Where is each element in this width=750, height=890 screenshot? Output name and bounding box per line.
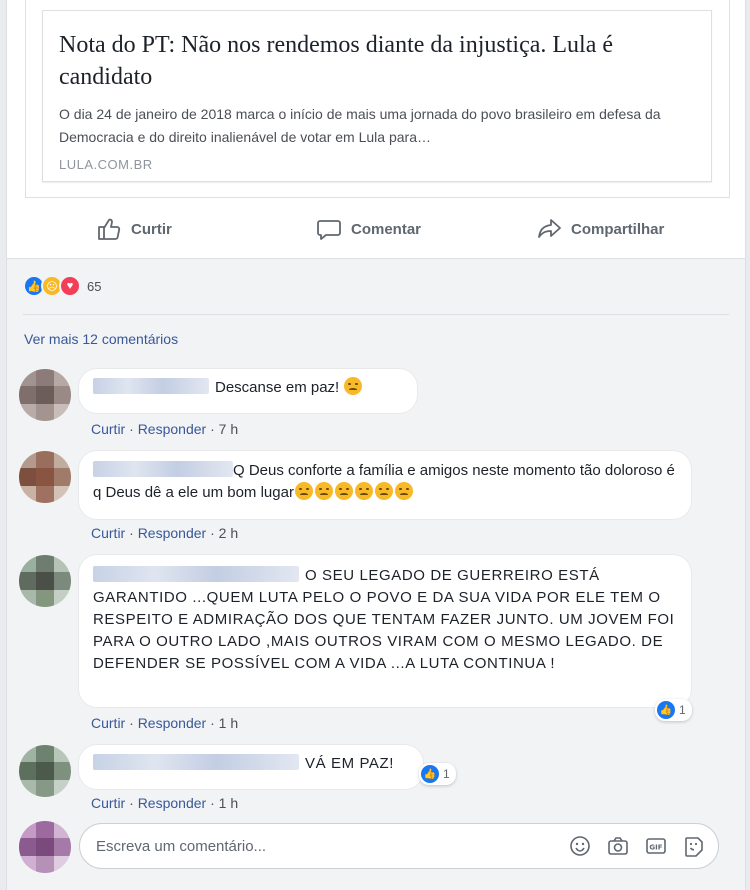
avatar[interactable] <box>19 745 71 797</box>
comment-bubble: O SEU LEGADO DE GUERREIRO ESTÁ GARANTIDO… <box>79 555 691 707</box>
comment-reply-link[interactable]: Responder <box>138 421 207 437</box>
composer-icons: GIF <box>568 834 706 858</box>
weary-face-icon <box>314 482 333 500</box>
comment-item: Descanse em paz! Curtir · Responder · 7 … <box>19 369 719 449</box>
avatar[interactable] <box>19 555 71 607</box>
gif-icon[interactable]: GIF <box>644 834 668 858</box>
comment-reply-link[interactable]: Responder <box>138 795 207 811</box>
divider <box>23 314 729 315</box>
comment-bubble: Descanse em paz! <box>79 369 417 413</box>
author-name[interactable] <box>93 566 299 582</box>
comment-text: Descanse em paz! <box>215 379 344 396</box>
like-icon: 👍 <box>421 765 439 783</box>
like-label: Curtir <box>131 220 172 238</box>
comment-item: Q Deus conforte a família e amigos neste… <box>19 451 719 541</box>
avatar[interactable] <box>19 369 71 421</box>
comment-time[interactable]: 1 h <box>219 715 238 731</box>
comment-reply-link[interactable]: Responder <box>138 525 207 541</box>
like-icon: 👍 <box>657 701 675 719</box>
comment-like-link[interactable]: Curtir <box>91 715 125 731</box>
author-name[interactable] <box>93 378 209 394</box>
weary-face-icon <box>294 482 313 500</box>
love-icon: ♥ <box>59 275 81 297</box>
link-domain: LULA.COM.BR <box>59 157 153 172</box>
comment-like-link[interactable]: Curtir <box>91 525 125 541</box>
thumbs-up-icon <box>98 218 121 240</box>
comment-item: VÁ EM PAZ! 👍 1 Curtir · Responder · 1 h <box>19 745 719 815</box>
comment-like-count: 1 <box>679 703 686 717</box>
comment-bubble: Q Deus conforte a família e amigos neste… <box>79 451 691 519</box>
comment-item: O SEU LEGADO DE GUERREIRO ESTÁ GARANTIDO… <box>19 555 719 735</box>
comment-input-placeholder: Escreva um comentário... <box>96 837 267 855</box>
comment-likes-badge[interactable]: 👍 1 <box>655 699 692 721</box>
comment-like-link[interactable]: Curtir <box>91 421 125 437</box>
view-more-comments-link[interactable]: Ver mais 12 comentários <box>24 331 178 347</box>
share-button[interactable]: Compartilhar <box>535 215 664 243</box>
comment-button[interactable]: Comentar <box>315 215 421 243</box>
sad-face-icon <box>344 377 363 395</box>
comment-time[interactable]: 1 h <box>219 795 238 811</box>
comment-composer: Escreva um comentário... GIF <box>19 821 725 873</box>
author-name[interactable] <box>93 754 299 770</box>
share-label: Compartilhar <box>571 220 665 238</box>
comment-input[interactable]: Escreva um comentário... GIF <box>79 823 719 869</box>
comment-like-link[interactable]: Curtir <box>91 795 125 811</box>
weary-face-icon <box>334 482 353 500</box>
svg-text:GIF: GIF <box>649 844 662 852</box>
emoji-icon[interactable] <box>568 834 592 858</box>
avatar <box>19 821 71 873</box>
shared-link-container: Nota do PT: Não nos rendemos diante da i… <box>25 0 730 198</box>
comment-like-count: 1 <box>443 767 450 781</box>
comment-label: Comentar <box>351 220 422 238</box>
comments-section: 👍 ☹ ♥ 65 Ver mais 12 comentários Descans… <box>7 258 745 890</box>
link-description: O dia 24 de janeiro de 2018 marca o iníc… <box>59 106 661 145</box>
camera-icon[interactable] <box>606 834 630 858</box>
link-preview[interactable]: Nota do PT: Não nos rendemos diante da i… <box>42 10 712 182</box>
post-card: Nota do PT: Não nos rendemos diante da i… <box>6 0 746 890</box>
comment-time[interactable]: 2 h <box>219 525 238 541</box>
link-title[interactable]: Nota do PT: Não nos rendemos diante da i… <box>59 29 695 93</box>
reactions-summary[interactable]: 👍 ☹ ♥ 65 <box>23 275 101 297</box>
comment-likes-badge[interactable]: 👍 1 <box>419 763 456 785</box>
like-button[interactable]: Curtir <box>95 215 172 243</box>
comment-time[interactable]: 7 h <box>219 421 238 437</box>
comment-text: VÁ EM PAZ! <box>305 755 395 772</box>
post-actions-bar: Curtir Comentar Compartilhar <box>7 205 745 253</box>
comment-meta: Curtir · Responder · 1 h <box>91 715 239 731</box>
sticker-icon[interactable] <box>682 834 706 858</box>
avatar[interactable] <box>19 451 71 503</box>
weary-face-icon <box>354 482 373 500</box>
comment-text: O SEU LEGADO DE GUERREIRO ESTÁ GARANTIDO… <box>93 567 675 672</box>
share-arrow-icon <box>538 219 561 238</box>
comment-meta: Curtir · Responder · 7 h <box>91 421 239 437</box>
comment-reply-link[interactable]: Responder <box>138 715 207 731</box>
weary-face-icon <box>374 482 393 500</box>
comment-meta: Curtir · Responder · 2 h <box>91 525 239 541</box>
comment-icon <box>317 220 341 240</box>
weary-face-icon <box>394 482 413 500</box>
comment-meta: Curtir · Responder · 1 h <box>91 795 239 811</box>
comment-bubble: VÁ EM PAZ! <box>79 745 423 789</box>
author-name[interactable] <box>93 461 233 477</box>
reaction-count: 65 <box>87 278 102 294</box>
